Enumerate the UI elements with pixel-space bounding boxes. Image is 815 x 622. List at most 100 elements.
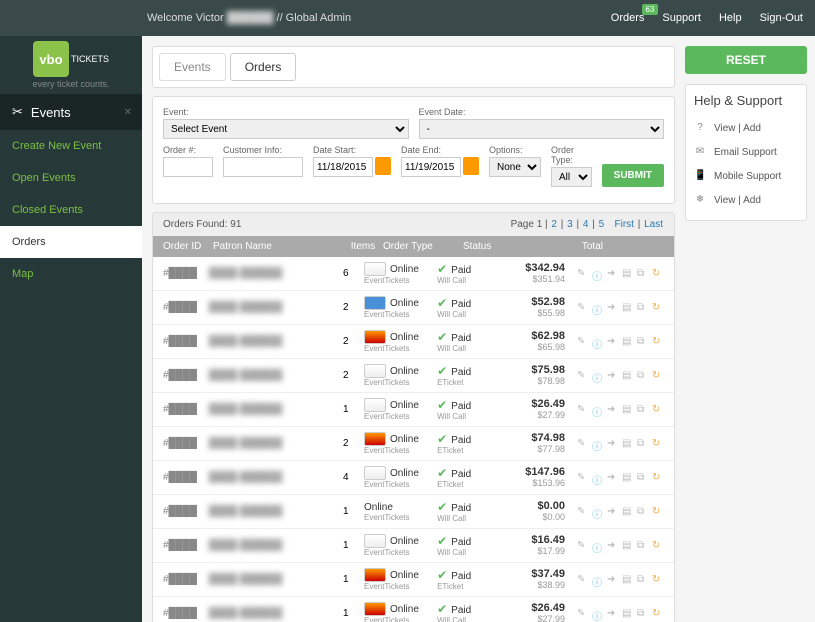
doc-icon[interactable]: ▤ xyxy=(622,574,634,586)
copy-icon[interactable]: ⧉ xyxy=(637,574,649,586)
refresh-icon[interactable]: ↻ xyxy=(652,608,664,620)
doc-icon[interactable]: ▤ xyxy=(622,472,634,484)
doc-icon[interactable]: ▤ xyxy=(622,438,634,450)
forward-icon[interactable]: ➜ xyxy=(607,336,619,348)
edit-icon[interactable]: ✎ xyxy=(577,472,589,484)
date-end-input[interactable] xyxy=(401,157,461,177)
doc-icon[interactable]: ▤ xyxy=(622,608,634,620)
info-icon[interactable]: ⓘ xyxy=(592,370,604,382)
date-start-input[interactable] xyxy=(313,157,373,177)
forward-icon[interactable]: ➜ xyxy=(607,370,619,382)
customer-input[interactable] xyxy=(223,157,303,177)
refresh-icon[interactable]: ↻ xyxy=(652,404,664,416)
ordertype-select[interactable]: All xyxy=(551,167,592,187)
refresh-icon[interactable]: ↻ xyxy=(652,268,664,280)
table-row[interactable]: #████████ ██████1OnlineEventTickets✔Paid… xyxy=(153,563,674,597)
help-item[interactable]: ✉Email Support xyxy=(694,140,798,164)
sidebar-item[interactable]: Map xyxy=(0,258,142,290)
copy-icon[interactable]: ⧉ xyxy=(637,540,649,552)
forward-icon[interactable]: ➜ xyxy=(607,268,619,280)
copy-icon[interactable]: ⧉ xyxy=(637,608,649,620)
refresh-icon[interactable]: ↻ xyxy=(652,336,664,348)
calendar-icon[interactable] xyxy=(463,157,479,175)
table-row[interactable]: #████████ ██████2OnlineEventTickets✔Paid… xyxy=(153,325,674,359)
table-row[interactable]: #████████ ██████6OnlineEventTickets✔Paid… xyxy=(153,257,674,291)
edit-icon[interactable]: ✎ xyxy=(577,370,589,382)
tab-events[interactable]: Events xyxy=(159,53,226,81)
forward-icon[interactable]: ➜ xyxy=(607,438,619,450)
table-row[interactable]: #████████ ██████2OnlineEventTickets✔Paid… xyxy=(153,427,674,461)
info-icon[interactable]: ⓘ xyxy=(592,506,604,518)
orders-link[interactable]: Orders63 xyxy=(611,12,645,24)
info-icon[interactable]: ⓘ xyxy=(592,574,604,586)
info-icon[interactable]: ⓘ xyxy=(592,472,604,484)
doc-icon[interactable]: ▤ xyxy=(622,540,634,552)
first-link[interactable]: First xyxy=(614,219,633,230)
edit-icon[interactable]: ✎ xyxy=(577,574,589,586)
doc-icon[interactable]: ▤ xyxy=(622,268,634,280)
forward-icon[interactable]: ➜ xyxy=(607,608,619,620)
info-icon[interactable]: ⓘ xyxy=(592,540,604,552)
refresh-icon[interactable]: ↻ xyxy=(652,506,664,518)
table-row[interactable]: #████████ ██████1OnlineEventTickets✔Paid… xyxy=(153,529,674,563)
options-select[interactable]: None xyxy=(489,157,541,177)
tab-orders[interactable]: Orders xyxy=(230,53,297,81)
refresh-icon[interactable]: ↻ xyxy=(652,540,664,552)
table-row[interactable]: #████████ ██████2OnlineEventTickets✔Paid… xyxy=(153,359,674,393)
edit-icon[interactable]: ✎ xyxy=(577,404,589,416)
copy-icon[interactable]: ⧉ xyxy=(637,336,649,348)
forward-icon[interactable]: ➜ xyxy=(607,302,619,314)
last-link[interactable]: Last xyxy=(644,219,663,230)
info-icon[interactable]: ⓘ xyxy=(592,404,604,416)
support-link[interactable]: Support xyxy=(662,12,701,24)
info-icon[interactable]: ⓘ xyxy=(592,438,604,450)
info-icon[interactable]: ⓘ xyxy=(592,608,604,620)
help-item[interactable]: ❄View | Add xyxy=(694,188,798,212)
doc-icon[interactable]: ▤ xyxy=(622,506,634,518)
doc-icon[interactable]: ▤ xyxy=(622,302,634,314)
forward-icon[interactable]: ➜ xyxy=(607,540,619,552)
sidebar-item[interactable]: Closed Events xyxy=(0,194,142,226)
page-link[interactable]: 5 xyxy=(599,219,605,230)
copy-icon[interactable]: ⧉ xyxy=(637,506,649,518)
edit-icon[interactable]: ✎ xyxy=(577,302,589,314)
forward-icon[interactable]: ➜ xyxy=(607,506,619,518)
copy-icon[interactable]: ⧉ xyxy=(637,438,649,450)
forward-icon[interactable]: ➜ xyxy=(607,472,619,484)
copy-icon[interactable]: ⧉ xyxy=(637,268,649,280)
forward-icon[interactable]: ➜ xyxy=(607,574,619,586)
copy-icon[interactable]: ⧉ xyxy=(637,404,649,416)
reset-button[interactable]: RESET xyxy=(685,46,807,74)
copy-icon[interactable]: ⧉ xyxy=(637,370,649,382)
page-link[interactable]: 4 xyxy=(583,219,589,230)
event-select[interactable]: Select Event xyxy=(163,119,409,139)
sidebar-item[interactable]: Open Events xyxy=(0,162,142,194)
edit-icon[interactable]: ✎ xyxy=(577,268,589,280)
doc-icon[interactable]: ▤ xyxy=(622,336,634,348)
help-item[interactable]: 📱Mobile Support xyxy=(694,164,798,188)
table-row[interactable]: #████████ ██████2OnlineEventTickets✔Paid… xyxy=(153,291,674,325)
sidebar-item[interactable]: Create New Event xyxy=(0,130,142,162)
page-link[interactable]: 2 xyxy=(551,219,557,230)
refresh-icon[interactable]: ↻ xyxy=(652,574,664,586)
info-icon[interactable]: ⓘ xyxy=(592,336,604,348)
calendar-icon[interactable] xyxy=(375,157,391,175)
page-link[interactable]: 3 xyxy=(567,219,573,230)
forward-icon[interactable]: ➜ xyxy=(607,404,619,416)
edit-icon[interactable]: ✎ xyxy=(577,438,589,450)
eventdate-select[interactable]: - xyxy=(419,119,665,139)
table-row[interactable]: #████████ ██████1OnlineEventTickets✔Paid… xyxy=(153,495,674,529)
doc-icon[interactable]: ▤ xyxy=(622,404,634,416)
submit-button[interactable]: SUBMIT xyxy=(602,164,664,187)
close-icon[interactable]: ✕ xyxy=(124,107,132,118)
edit-icon[interactable]: ✎ xyxy=(577,608,589,620)
info-icon[interactable]: ⓘ xyxy=(592,302,604,314)
refresh-icon[interactable]: ↻ xyxy=(652,302,664,314)
info-icon[interactable]: ⓘ xyxy=(592,268,604,280)
help-link[interactable]: Help xyxy=(719,12,742,24)
edit-icon[interactable]: ✎ xyxy=(577,506,589,518)
refresh-icon[interactable]: ↻ xyxy=(652,472,664,484)
copy-icon[interactable]: ⧉ xyxy=(637,302,649,314)
orderno-input[interactable] xyxy=(163,157,213,177)
copy-icon[interactable]: ⧉ xyxy=(637,472,649,484)
